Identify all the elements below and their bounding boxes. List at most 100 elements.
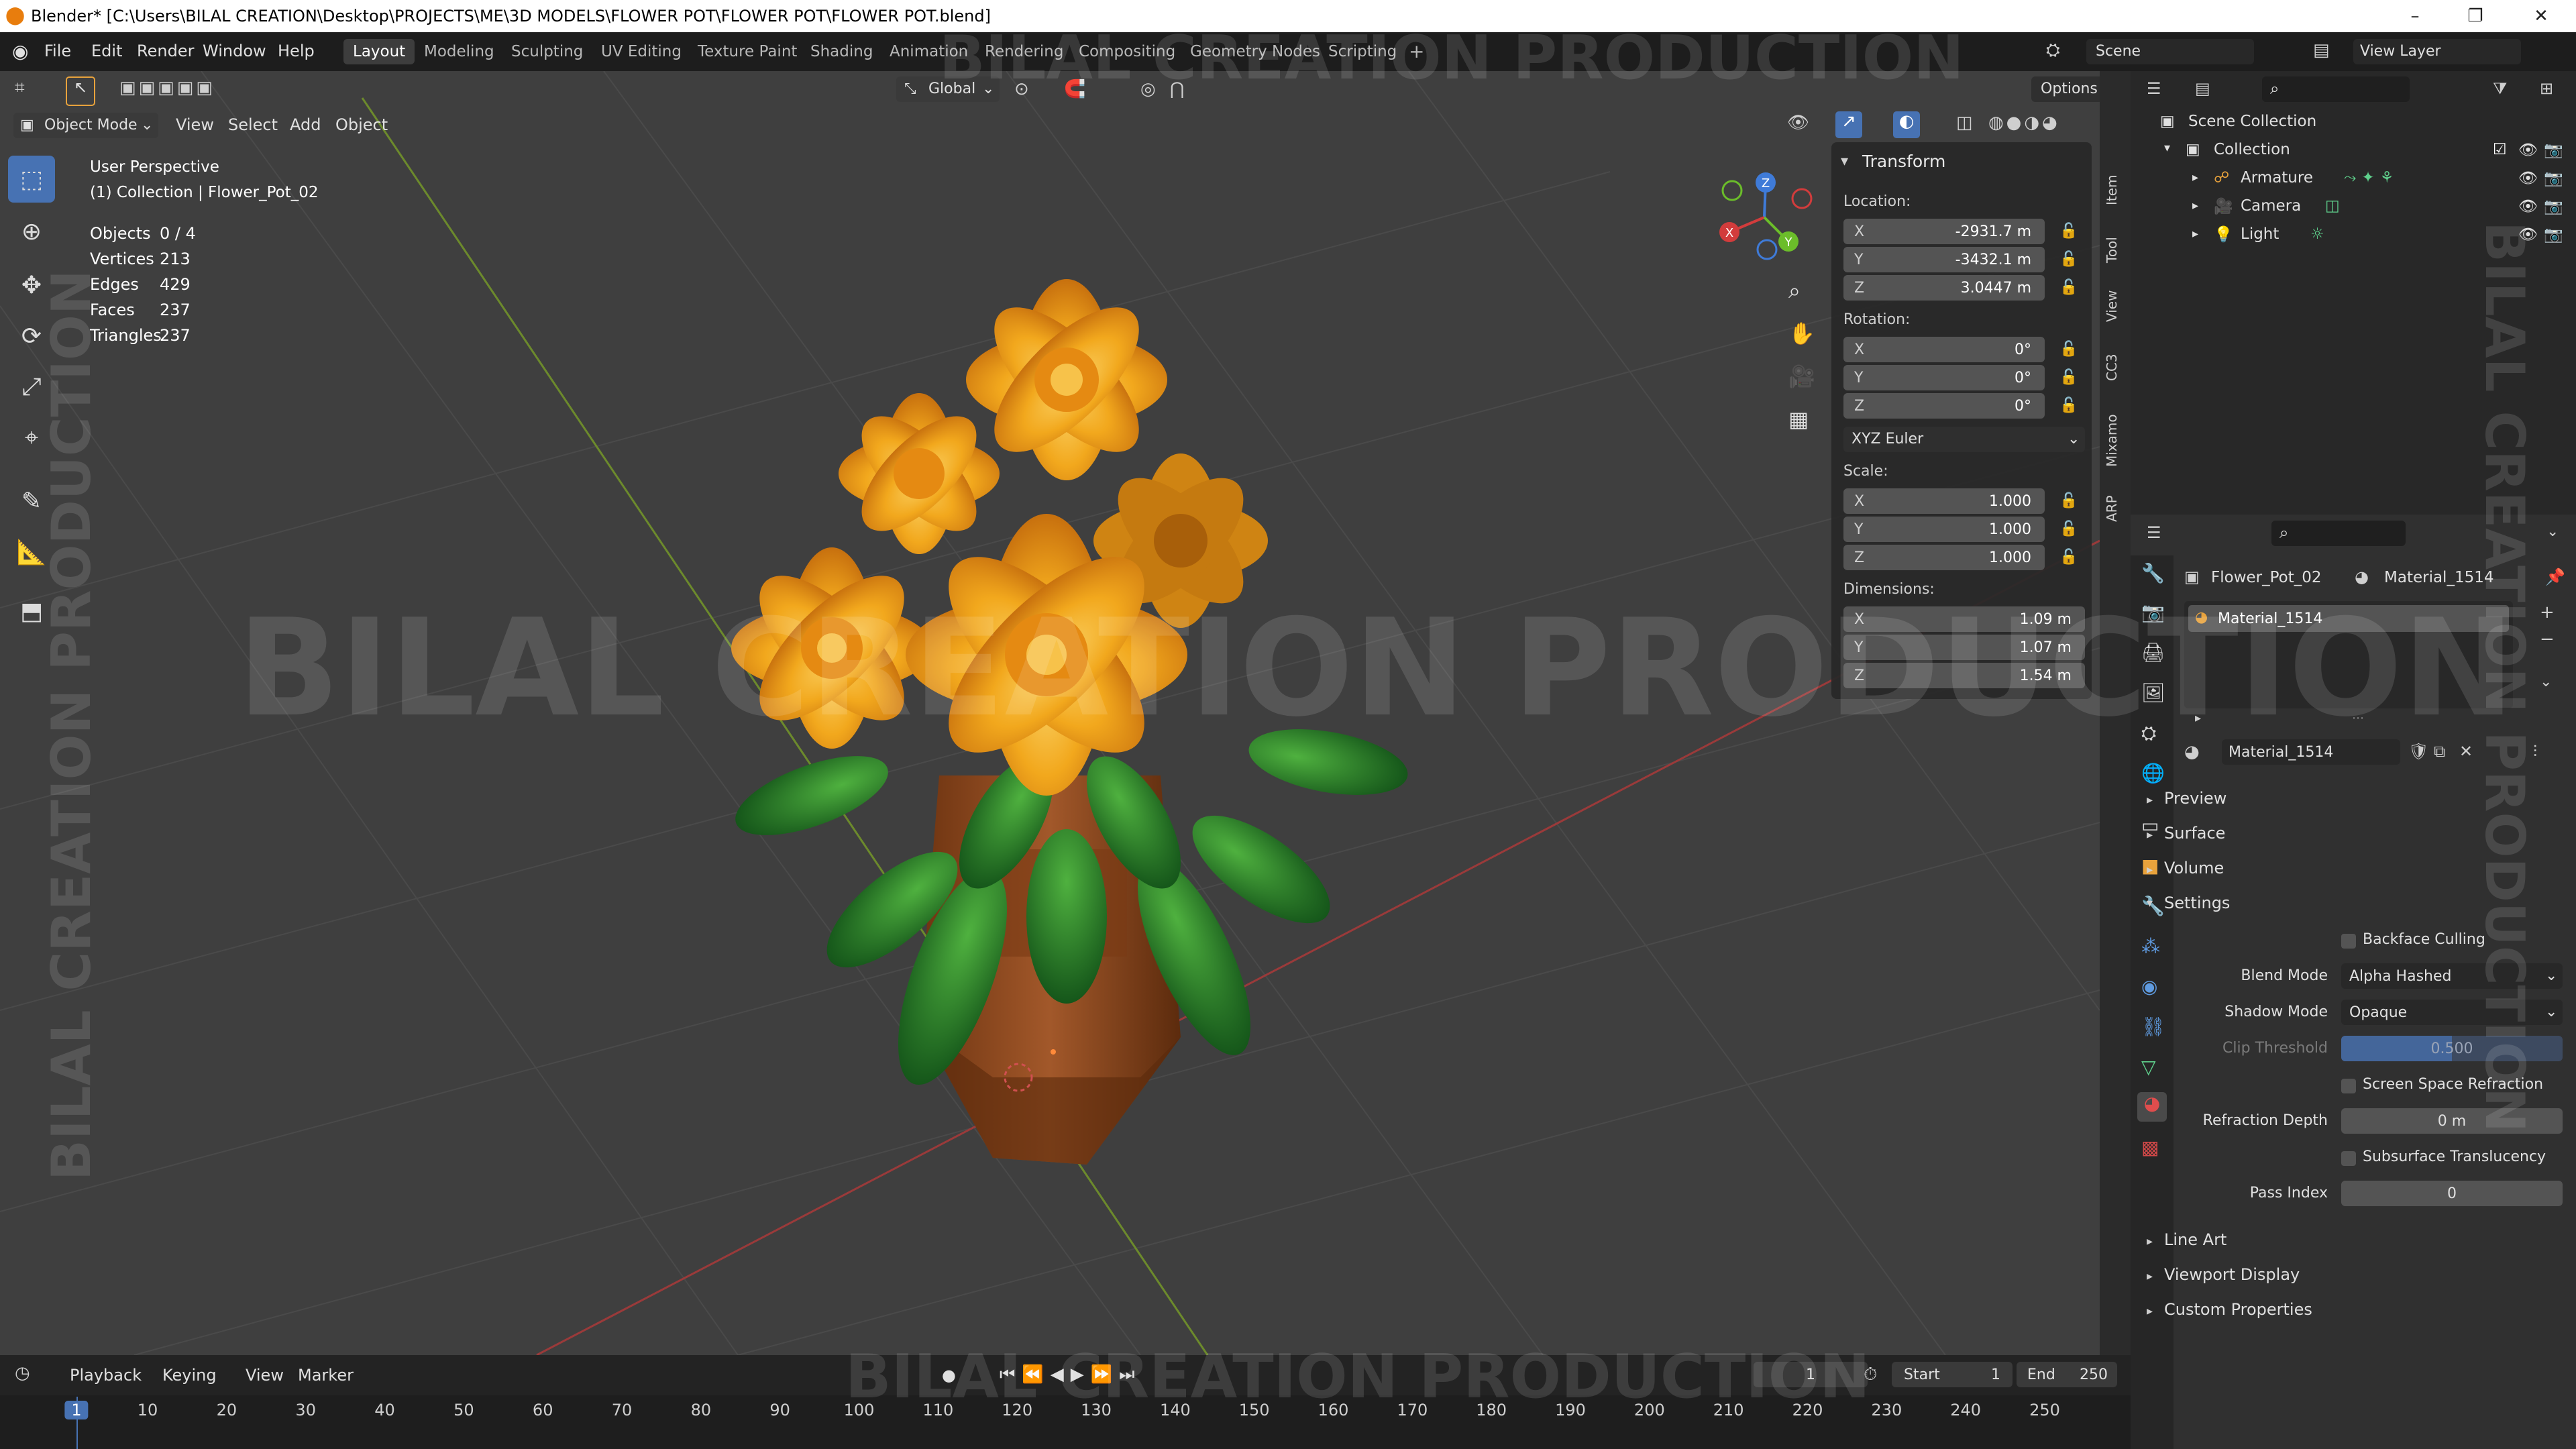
view-layer-tab-icon[interactable]: 🖼 xyxy=(2141,682,2165,704)
tab-layout[interactable]: Layout xyxy=(343,39,415,64)
menu-marker[interactable]: Marker xyxy=(298,1366,354,1385)
outliner-item-light[interactable]: Light xyxy=(2241,225,2279,243)
material-browse-icon[interactable]: ◕ xyxy=(2184,742,2200,762)
modifier-tab-icon[interactable]: 🔧 xyxy=(2141,895,2165,917)
view-layer-icon[interactable]: ▤ xyxy=(2313,40,2330,60)
clock-editor-icon[interactable]: ◷ xyxy=(15,1363,30,1383)
scale-x-field[interactable]: X 1.000 xyxy=(1843,488,2045,514)
lock-icon[interactable]: 🔓 xyxy=(2059,492,2078,509)
menu-timeline-view[interactable]: View xyxy=(246,1366,284,1385)
tab-texture-paint[interactable]: Texture Paint xyxy=(688,39,806,64)
mode-dropdown[interactable]: ▣ Object Mode ⌄ xyxy=(13,113,158,138)
dimensions-z-field[interactable]: Z 1.54 m xyxy=(1843,663,2085,688)
eye-icon[interactable]: 👁 xyxy=(2518,141,2538,159)
add-workspace-icon[interactable]: + xyxy=(1409,40,1424,62)
menu-select[interactable]: Select xyxy=(228,115,278,134)
gizmo-toggle-icon[interactable]: ↗ xyxy=(1835,111,1862,138)
collapse-arrow-icon[interactable]: ▾ xyxy=(2147,896,2153,910)
scene-icon[interactable]: ⛭ xyxy=(2046,40,2060,61)
visibility-icon[interactable]: 👁 xyxy=(1787,113,1809,133)
panel-viewport-display[interactable]: Viewport Display xyxy=(2164,1265,2300,1284)
camera-data-icon[interactable]: ◫ xyxy=(2325,197,2340,215)
dimensions-x-field[interactable]: X 1.09 m xyxy=(1843,606,2085,632)
scale-y-field[interactable]: Y 1.000 xyxy=(1843,517,2045,542)
tab-geometry-nodes[interactable]: Geometry Nodes xyxy=(1181,39,1330,64)
lock-icon[interactable]: 🔓 xyxy=(2059,521,2078,537)
camera-render-icon[interactable]: 📷 xyxy=(2544,225,2563,244)
tab-modeling[interactable]: Modeling xyxy=(415,39,504,64)
tab-rendering[interactable]: Rendering xyxy=(975,39,1073,64)
properties-search-input[interactable]: ⌕ xyxy=(2271,521,2406,546)
rotation-z-field[interactable]: Z 0° xyxy=(1843,393,2045,419)
tab-view[interactable]: View xyxy=(2104,279,2123,322)
scene-tab-icon[interactable]: ⛭ xyxy=(2141,722,2156,745)
ortho-grid-icon[interactable]: ▦ xyxy=(1788,407,1809,432)
expand-arrow-icon[interactable]: ▸ xyxy=(2147,1304,2153,1318)
tab-animation[interactable]: Animation xyxy=(880,39,977,64)
tab-item[interactable]: Item xyxy=(2104,158,2123,205)
tab-compositing[interactable]: Compositing xyxy=(1069,39,1185,64)
add-cube-tool-icon[interactable]: ⬒ xyxy=(8,588,55,635)
select-tool-icon[interactable]: ↖ xyxy=(66,76,95,106)
expand-arrow-icon[interactable]: ▸ xyxy=(2192,170,2198,184)
tab-sculpting[interactable]: Sculpting xyxy=(502,39,592,64)
view-layer-selector[interactable]: View Layer xyxy=(2353,39,2521,64)
lock-icon[interactable]: 🔓 xyxy=(2059,223,2078,239)
camera-render-icon[interactable]: 📷 xyxy=(2544,197,2563,215)
pan-hand-icon[interactable]: ✋ xyxy=(1788,321,1815,346)
current-frame-field[interactable]: 1 xyxy=(1754,1362,1868,1387)
tab-mixamo[interactable]: Mixamo xyxy=(2104,400,2123,467)
scene-collection-label[interactable]: Scene Collection xyxy=(2188,113,2316,130)
cursor-tool-icon[interactable]: ⊕ xyxy=(8,208,55,255)
eye-icon[interactable]: 👁 xyxy=(2518,225,2538,244)
clip-threshold-slider[interactable]: 0.500 xyxy=(2341,1036,2563,1061)
camera-render-icon[interactable]: 📷 xyxy=(2544,141,2563,159)
chevron-down-icon[interactable]: ⌄ xyxy=(2546,523,2559,540)
3d-viewport[interactable]: Z X Y ⌗ ↖ ▣▣▣▣▣ ⤡ Global ⌄ ⊙ 🧲 ◎ ⋂ Optio… xyxy=(0,71,2100,1355)
unlink-icon[interactable]: ✕ xyxy=(2459,742,2473,761)
menu-render[interactable]: Render xyxy=(137,42,194,60)
object-data-tab-icon[interactable]: ▽ xyxy=(2141,1056,2156,1078)
panel-custom-properties[interactable]: Custom Properties xyxy=(2164,1300,2312,1319)
lock-icon[interactable]: 🔓 xyxy=(2059,397,2078,414)
selection-mode-icons[interactable]: ▣▣▣▣▣ xyxy=(119,78,215,98)
scene-selector[interactable]: Scene xyxy=(2086,39,2254,64)
camera-render-icon[interactable]: 📷 xyxy=(2544,169,2563,187)
panel-collapse-icon[interactable]: ▾ xyxy=(1841,153,1848,170)
blender-menu-icon[interactable]: ◉ xyxy=(12,40,28,62)
rotation-y-field[interactable]: Y 0° xyxy=(1843,365,2045,390)
display-mode-icon[interactable]: ▤ xyxy=(2195,79,2210,98)
blend-mode-dropdown[interactable]: Alpha Hashed ⌄ xyxy=(2341,963,2563,989)
chevron-down-icon[interactable]: ⌄ xyxy=(2540,674,2552,690)
end-frame-field[interactable]: End 250 xyxy=(2017,1362,2117,1387)
constraints-tab-icon[interactable]: ⛓ xyxy=(2141,1016,2165,1038)
world-tab-icon[interactable]: 🌐 xyxy=(2141,762,2165,784)
refraction-depth-field[interactable]: 0 m xyxy=(2341,1108,2563,1134)
duplicate-icon[interactable]: ⧉ xyxy=(2434,742,2445,761)
menu-window[interactable]: Window xyxy=(203,42,266,60)
render-tab-icon[interactable]: 📷 xyxy=(2141,601,2165,623)
expand-arrow-icon[interactable]: ▸ xyxy=(2192,199,2198,213)
lock-icon[interactable]: 🔓 xyxy=(2059,251,2078,268)
menu-object[interactable]: Object xyxy=(335,115,388,134)
menu-file[interactable]: File xyxy=(44,42,71,60)
output-tab-icon[interactable]: 🖨 xyxy=(2141,641,2165,663)
tab-cc3[interactable]: CC3 xyxy=(2104,343,2123,381)
maximize-button[interactable]: ❐ xyxy=(2449,3,2502,30)
tool-tab-icon[interactable]: 🔧 xyxy=(2141,562,2165,584)
transform-orientation-dropdown[interactable]: ⤡ Global ⌄ xyxy=(896,76,1000,102)
expand-arrow-icon[interactable]: ▸ xyxy=(2147,1269,2153,1283)
start-frame-field[interactable]: Start 1 xyxy=(1892,1362,2012,1387)
pivot-point-icon[interactable]: ⊙ xyxy=(1014,79,1029,99)
rotation-mode-dropdown[interactable]: XYZ Euler ⌄ xyxy=(1843,427,2085,452)
shadow-mode-dropdown[interactable]: Opaque ⌄ xyxy=(2341,1000,2563,1025)
lock-icon[interactable]: 🔓 xyxy=(2059,549,2078,566)
node-tree-icon[interactable]: ⫶ xyxy=(2533,742,2537,761)
light-data-icon[interactable]: ☼ xyxy=(2310,225,2324,243)
particles-tab-icon[interactable]: ⁂ xyxy=(2141,935,2160,957)
falloff-icon[interactable]: ⋂ xyxy=(1170,79,1184,99)
subsurface-translucency-checkbox[interactable] xyxy=(2341,1151,2356,1166)
expand-arrow-icon[interactable]: ▸ xyxy=(2147,828,2153,842)
tab-uv-editing[interactable]: UV Editing xyxy=(592,39,691,64)
outliner-search-input[interactable]: ⌕ xyxy=(2262,76,2410,102)
